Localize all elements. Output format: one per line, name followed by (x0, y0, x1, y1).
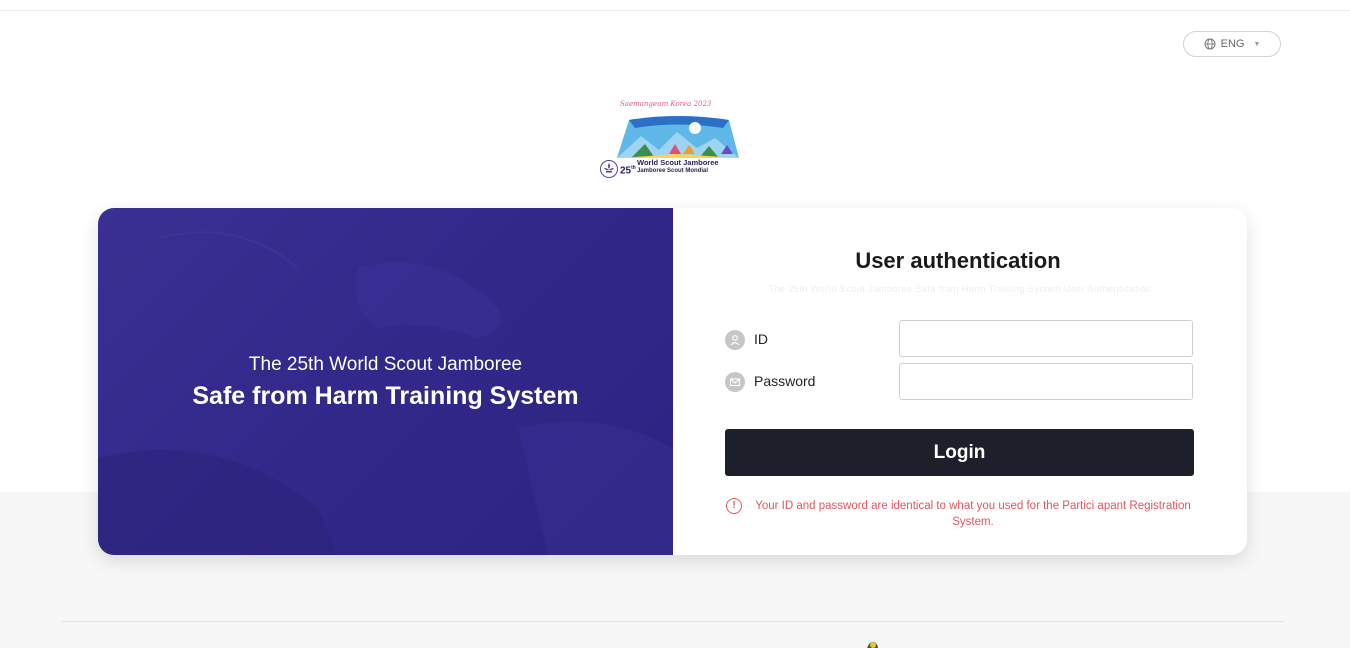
jamboree-logo: Saemangeum Korea 2023 25th World Scout J… (597, 100, 757, 186)
chevron-down-icon: ▼ (1253, 40, 1261, 48)
language-label: ENG (1220, 38, 1245, 50)
scout-emblem-icon (600, 160, 618, 178)
hero-subtitle: The 25th World Scout Jamboree (248, 354, 523, 375)
logo-banner-text: Saemangeum Korea 2023 (620, 100, 712, 108)
logo-title: World Scout Jamboree Jamboree Scout Mond… (637, 158, 719, 175)
id-input[interactable] (899, 320, 1193, 357)
password-input[interactable] (899, 363, 1193, 400)
id-label: ID (754, 331, 768, 347)
auth-subtitle: The 25th World Scout Jamboree Safe from … (768, 284, 1152, 294)
globe-icon (1204, 38, 1216, 50)
language-selector[interactable]: ENG ▼ (1183, 31, 1281, 57)
envelope-icon (725, 372, 745, 392)
login-button[interactable]: Login (725, 429, 1194, 476)
top-divider (0, 10, 1350, 11)
logo-number: 25th (620, 165, 636, 177)
login-notice: Your ID and password are identical to wh… (755, 500, 1191, 528)
login-card: The 25th World Scout Jamboree Safe from … (98, 208, 1247, 555)
footer-divider (62, 621, 1284, 622)
user-icon (725, 330, 745, 350)
password-label: Password (754, 373, 816, 389)
auth-title: User authentication (855, 248, 1061, 273)
logo-landscape-art (617, 116, 739, 158)
hero-panel: The 25th World Scout Jamboree Safe from … (98, 208, 673, 555)
footer-emblem-icon (867, 641, 879, 648)
hero-title: Safe from Harm Training System (192, 382, 579, 410)
alert-icon: ! (726, 498, 742, 514)
